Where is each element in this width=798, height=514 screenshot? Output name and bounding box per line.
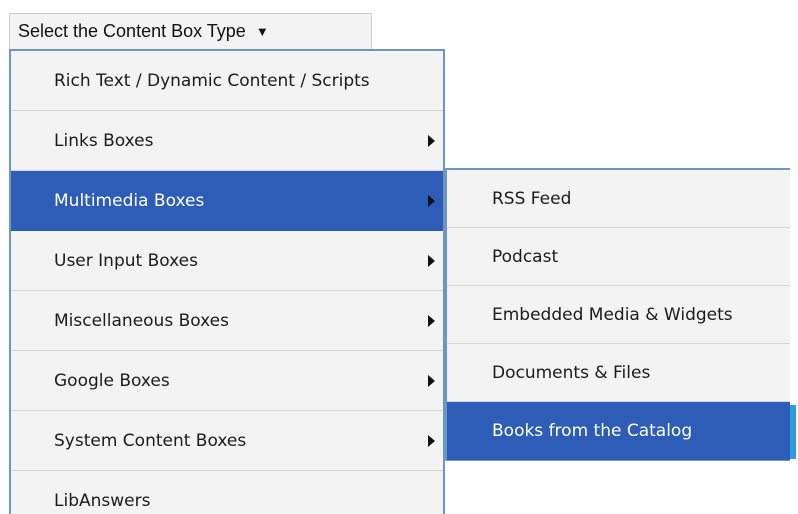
menu-item-label: Links Boxes (54, 130, 154, 151)
selection-indicator (790, 405, 796, 459)
triangle-down-icon: ▼ (255, 24, 269, 39)
menu-item-miscellaneous-boxes[interactable]: Miscellaneous Boxes (11, 291, 443, 351)
submenu-item-label: Embedded Media & Widgets (492, 304, 733, 325)
menu-item-label: Google Boxes (54, 370, 170, 391)
menu-item-links-boxes[interactable]: Links Boxes (11, 111, 443, 171)
submenu-item-label: Podcast (492, 246, 559, 267)
triangle-right-icon (428, 254, 435, 267)
menu-item-google-boxes[interactable]: Google Boxes (11, 351, 443, 411)
menu-item-label: Rich Text / Dynamic Content / Scripts (54, 70, 370, 91)
submenu-item-rss-feed[interactable]: RSS Feed (447, 170, 790, 228)
menu-item-label: Multimedia Boxes (54, 190, 205, 211)
triangle-right-icon (428, 434, 435, 447)
menu-item-rich-text[interactable]: Rich Text / Dynamic Content / Scripts (11, 51, 443, 111)
content-box-type-menu: Rich Text / Dynamic Content / Scripts Li… (9, 49, 445, 514)
submenu-item-label: RSS Feed (492, 188, 572, 209)
content-box-type-select[interactable]: Select the Content Box Type ▼ (9, 13, 372, 49)
triangle-right-icon (428, 374, 435, 387)
select-label: Select the Content Box Type (18, 21, 246, 41)
menu-item-system-content-boxes[interactable]: System Content Boxes (11, 411, 443, 471)
submenu-item-label: Documents & Files (492, 362, 651, 383)
triangle-right-icon (428, 314, 435, 327)
submenu-item-label: Books from the Catalog (492, 420, 693, 441)
triangle-right-icon (428, 194, 435, 207)
multimedia-boxes-submenu: RSS Feed Podcast Embedded Media & Widget… (445, 168, 796, 461)
submenu-item-embedded-media-widgets[interactable]: Embedded Media & Widgets (447, 286, 790, 344)
menu-item-label: Miscellaneous Boxes (54, 310, 229, 331)
submenu-item-podcast[interactable]: Podcast (447, 228, 790, 286)
menu-item-libanswers[interactable]: LibAnswers (11, 471, 443, 514)
menu-item-multimedia-boxes[interactable]: Multimedia Boxes (11, 171, 443, 231)
submenu-item-books-from-catalog[interactable]: Books from the Catalog (447, 402, 790, 460)
menu-item-user-input-boxes[interactable]: User Input Boxes (11, 231, 443, 291)
menu-item-label: LibAnswers (54, 490, 151, 511)
triangle-right-icon (428, 134, 435, 147)
submenu-item-documents-files[interactable]: Documents & Files (447, 344, 790, 402)
menu-item-label: System Content Boxes (54, 430, 247, 451)
menu-item-label: User Input Boxes (54, 250, 198, 271)
